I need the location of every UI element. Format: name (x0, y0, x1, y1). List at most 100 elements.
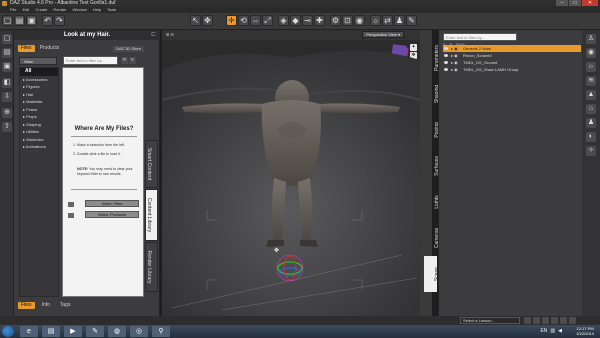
light-icon[interactable]: ☼ (370, 15, 381, 26)
filter-clear-icon[interactable]: ✕ (121, 57, 128, 64)
firefox-icon[interactable]: ◍ (108, 326, 126, 337)
eye-icon[interactable] (444, 68, 448, 71)
clock[interactable]: 12:17 PM 10/2/2014 (576, 326, 594, 336)
new-icon[interactable]: ▢ (2, 34, 12, 44)
render-settings-icon[interactable]: ⚙ (330, 15, 341, 26)
camera-selector[interactable]: Perspective View ▾ (362, 31, 404, 38)
render-file-icon[interactable]: ◧ (2, 78, 12, 88)
tab-scene[interactable]: Scene (424, 256, 440, 292)
content-filter-input[interactable]: Enter text to filter by... (63, 56, 118, 65)
spot-render-icon[interactable]: ✚ (314, 15, 325, 26)
chrome-icon[interactable]: ◎ (130, 326, 148, 337)
category-hair[interactable]: ▸ Hair (20, 91, 58, 99)
lights-icon[interactable]: ☼ (586, 62, 596, 72)
save-icon[interactable]: ▣ (26, 15, 37, 26)
status-icon[interactable] (542, 317, 549, 324)
filter-options-icon[interactable]: ≡ (129, 57, 136, 64)
tab-smart-content[interactable]: Smart Content (145, 140, 158, 188)
tab-files-bottom[interactable]: Files (18, 302, 35, 309)
tab-parameters[interactable]: Parameters (424, 40, 440, 76)
eye-icon[interactable] (444, 47, 448, 50)
category-shaping[interactable]: ▸ Shaping (20, 121, 58, 129)
figure-icon[interactable]: ♙ (586, 34, 596, 44)
joint-editor-icon[interactable]: ⊸ (302, 15, 313, 26)
category-utilities[interactable]: ▸ Utilities (20, 128, 58, 136)
save-file-icon[interactable]: ▣ (2, 62, 12, 72)
scale-tool-icon[interactable]: ⤢ (262, 15, 273, 26)
pose-icon[interactable]: ♟ (394, 15, 405, 26)
node-tool-icon[interactable]: ✥ (202, 15, 213, 26)
status-icon[interactable] (533, 317, 540, 324)
lesson-selector[interactable]: Select a Lesson... (460, 317, 520, 324)
category-poses[interactable]: ▸ Poses (20, 106, 58, 114)
status-icon[interactable] (524, 317, 531, 324)
open-icon[interactable]: ▤ (14, 15, 25, 26)
tab-surfaces[interactable]: Surfaces (424, 148, 440, 184)
undo-icon[interactable]: ↶ (42, 15, 53, 26)
viewport[interactable]: ⊞ ⊟ Perspective View ▾ ✦ ✥ ⊕ ◎ (162, 30, 420, 316)
minimize-button[interactable]: – (556, 0, 568, 6)
category-props[interactable]: ▸ Props (20, 113, 58, 121)
merge-icon[interactable]: ⊕ (2, 108, 12, 118)
geometry-editor-icon[interactable]: ◈ (278, 15, 289, 26)
status-icon[interactable] (569, 317, 576, 324)
eye-icon[interactable] (444, 54, 448, 57)
tree-node[interactable]: ▸ ◉ Recon_Scrambl (443, 52, 581, 59)
camera-view-icon[interactable]: ◉ (586, 48, 596, 58)
import-icon[interactable]: ⇩ (2, 92, 12, 102)
video-products-button[interactable]: Video: Products (85, 211, 139, 218)
lang-indicator[interactable]: EN (540, 328, 547, 334)
tree-node[interactable]: ▸ ◉ TMDL_DS_Shaw LAMH Group (443, 66, 581, 73)
rotate-tool-icon[interactable]: ⟲ (238, 15, 249, 26)
eye-icon[interactable] (444, 61, 448, 64)
explorer-icon[interactable]: ▤ (42, 326, 60, 337)
light-bulb-icon[interactable]: ✧ (586, 146, 596, 156)
scene-filter-input[interactable]: Enter text to filter by... (443, 33, 517, 41)
new-scene-icon[interactable]: ▢ (2, 15, 13, 26)
start-button-icon[interactable] (2, 326, 14, 337)
category-animations[interactable]: ▸ Animations (20, 143, 58, 151)
translate-tool-icon[interactable]: ⇔ (250, 15, 261, 26)
surface-selection-icon[interactable]: ◆ (290, 15, 301, 26)
status-icon[interactable] (551, 317, 558, 324)
maximize-button[interactable]: □ (569, 0, 581, 6)
category-figures[interactable]: ▸ Figures (20, 83, 58, 91)
tab-files[interactable]: Files (18, 45, 35, 52)
daz-store-button[interactable]: DAZ 3D Store (113, 46, 144, 52)
clothing-icon[interactable]: ⌂ (586, 104, 596, 114)
open-file-icon[interactable]: ▤ (2, 48, 12, 58)
render-icon[interactable]: ⊡ (342, 15, 353, 26)
volume-icon[interactable]: ◀ (558, 328, 562, 334)
category-wardrobe[interactable]: ▸ Wardrobe (20, 136, 58, 144)
tab-render-library[interactable]: Render Library (145, 242, 158, 292)
tab-info[interactable]: Info (39, 302, 53, 309)
paint-icon[interactable]: ✎ (86, 326, 104, 337)
tab-content-library[interactable]: Content Library (145, 189, 158, 241)
props-icon[interactable]: ▲ (586, 90, 596, 100)
redo-icon[interactable]: ↷ (54, 15, 65, 26)
category-accessories[interactable]: ▸ Accessories (20, 76, 58, 84)
hair-icon[interactable]: ≋ (586, 76, 596, 86)
video-files-button[interactable]: Video: Files (85, 200, 139, 207)
network-icon[interactable]: ▥ (550, 328, 555, 334)
viewport-options-icon[interactable]: ⊞ ⊟ (166, 32, 174, 37)
daz-studio-taskbar-icon[interactable]: ⚲ (152, 326, 170, 337)
view-button[interactable]: View (19, 57, 57, 65)
tab-products[interactable]: Products (37, 45, 63, 52)
category-all[interactable]: All (20, 68, 58, 76)
status-icon[interactable] (560, 317, 567, 324)
tab-tags[interactable]: Tags (57, 302, 74, 309)
tool-settings-icon[interactable]: ✎ (406, 15, 417, 26)
morph-icon[interactable]: ◐ (586, 132, 596, 142)
pose-icon-right[interactable]: ♟ (586, 118, 596, 128)
tab-shaping[interactable]: Shaping (424, 76, 440, 112)
pin-icon[interactable]: ⊏ (151, 30, 156, 40)
universal-tool-icon[interactable]: ✛ (226, 15, 237, 26)
ie-icon[interactable]: e (20, 326, 38, 337)
mirror-icon[interactable]: ⇄ (382, 15, 393, 26)
tab-posing[interactable]: Posing (424, 112, 440, 148)
tab-lights[interactable]: Lights (424, 184, 440, 220)
tree-node[interactable]: ▸ ◉ TMDL_DS_Ground (443, 59, 581, 66)
category-materials[interactable]: ▸ Materials (20, 98, 58, 106)
camera-icon[interactable]: ◉ (354, 15, 365, 26)
